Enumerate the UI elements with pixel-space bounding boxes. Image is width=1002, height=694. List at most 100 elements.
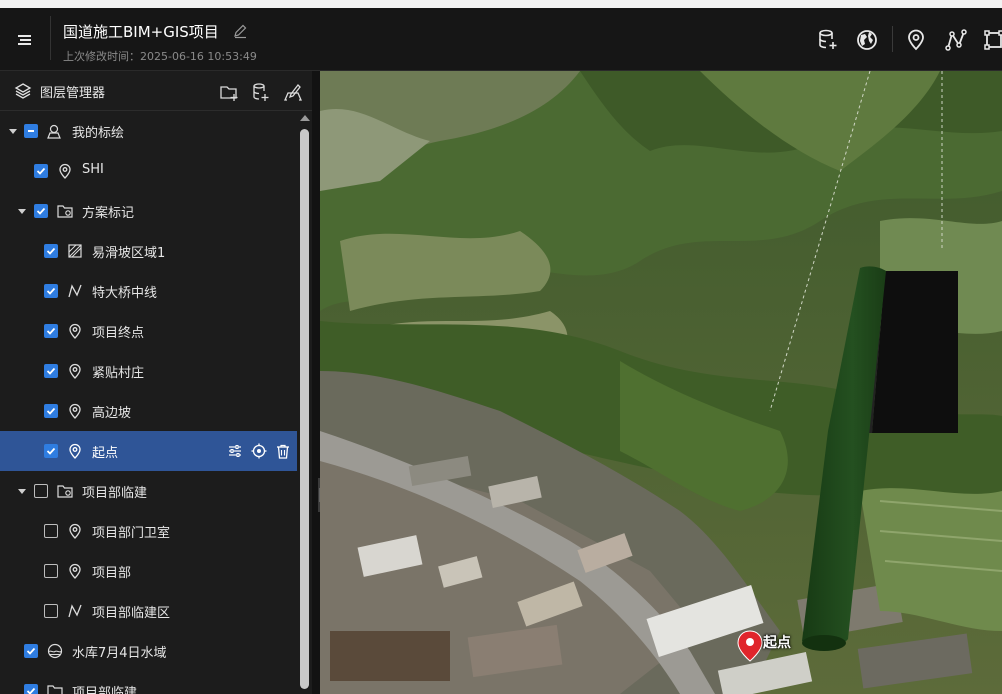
layer-manager-title: 图层管理器 [40,86,106,101]
add-layer-icon[interactable] [251,82,271,102]
panel-splitter[interactable] [312,71,320,694]
layer-checkbox[interactable] [44,604,58,618]
layer-checkbox[interactable] [44,404,58,418]
tree-item-project-temp-buildings[interactable]: 项目部临建 [0,471,297,511]
layer-checkbox[interactable] [34,164,48,178]
location-pin-icon [59,163,71,179]
tree-item-label: 起点 [92,446,119,461]
tree-item-label: SHI [82,162,104,177]
tree-item-label: 特大桥中线 [92,286,158,301]
tree-item-label: 水库7月4日水域 [72,646,167,661]
tree-item-bridge-centerline[interactable]: 特大桥中线 [0,271,297,311]
tree-item-landslide-area[interactable]: 易滑坡区域1 [0,231,297,271]
layer-checkbox[interactable] [24,644,38,658]
polygon-area-icon [68,244,82,258]
tree-item-label: 项目部临建区 [92,606,171,621]
check-mark-icon [26,687,36,694]
tree-item-label: 我的标绘 [72,126,125,141]
check-mark-icon [36,167,46,175]
tree-item-reservoir-water[interactable]: 水库7月4日水域 [0,631,297,671]
tree-item-my-annotations[interactable]: 我的标绘 [0,111,297,151]
layer-checkbox[interactable] [44,364,58,378]
settings-icon[interactable] [227,443,243,459]
tree-item-shi[interactable]: SHI [0,151,297,191]
tree-item-label: 项目部临建 [72,686,138,694]
tree-item-label: 项目终点 [92,326,145,341]
delete-icon[interactable] [275,443,291,459]
tree-scrollbar[interactable] [297,111,312,694]
caret-down-icon[interactable] [17,206,27,216]
map-marker-label[interactable]: 起点 [763,632,791,652]
check-mark-icon [46,407,56,415]
top-bar: 国道施工BIM+GIS项目 上次修改时间：2025-06-16 10:53:49 [0,0,1002,71]
tree-item-near-village[interactable]: 紧贴村庄 [0,351,297,391]
layer-checkbox[interactable] [44,524,58,538]
polyline-icon[interactable] [944,28,968,52]
layer-checkbox[interactable] [44,564,58,578]
locate-icon[interactable] [251,443,267,459]
folder-icon [47,685,63,694]
layer-checkbox[interactable] [24,684,38,694]
user-marker-icon [47,124,61,139]
check-mark-icon [46,367,56,375]
layer-manager-panel: 图层管理器 我的标绘 SHI 方案标记 易滑坡区域1 特大桥中线 项目终点 紧贴… [0,71,312,694]
check-mark-icon [26,647,36,655]
layer-checkbox[interactable] [24,124,38,138]
tree-item-guard-room[interactable]: 项目部门卫室 [0,511,297,551]
check-mark-icon [46,447,56,455]
tree-item-project-end[interactable]: 项目终点 [0,311,297,351]
check-mark-icon [46,247,56,255]
check-mark-icon [46,287,56,295]
tree-item-start-point[interactable]: 起点 [0,431,297,471]
polyline-icon [68,604,82,618]
edit-layers-icon[interactable] [283,82,303,102]
tree-item-project-temp-buildings-2[interactable]: 项目部临建 [0,671,297,694]
tree-item-label: 方案标记 [82,206,135,221]
location-pin-icon [69,443,81,459]
toolbar-divider [892,26,893,52]
toolbar [0,26,1002,52]
folder-icon [57,205,73,218]
layer-checkbox[interactable] [44,284,58,298]
layer-checkbox[interactable] [44,324,58,338]
location-pin-icon[interactable] [904,28,928,52]
location-pin-icon [69,323,81,339]
caret-down-icon[interactable] [17,486,27,496]
location-pin-icon [69,363,81,379]
scroll-up-arrow-icon[interactable] [300,115,310,121]
tree-item-label: 紧贴村庄 [92,366,145,381]
window-top-strip [0,0,1002,8]
layer-checkbox[interactable] [44,244,58,258]
layer-checkbox[interactable] [34,204,48,218]
tree-item-plan-markers[interactable]: 方案标记 [0,191,297,231]
add-folder-icon[interactable] [219,82,239,102]
water-area-icon [47,643,63,659]
tree-item-high-slope[interactable]: 高边坡 [0,391,297,431]
tree-item-label: 项目部门卫室 [92,526,171,541]
polygon-icon[interactable] [982,28,1002,52]
check-mark-icon [36,207,46,215]
scrollbar-thumb[interactable] [300,129,309,689]
indeterminate-mark-icon [28,130,34,132]
location-pin-icon [69,563,81,579]
tree-item-label: 易滑坡区域1 [92,246,166,261]
caret-down-icon[interactable] [8,126,18,136]
polyline-icon [68,284,82,298]
terrain-view [320,71,1002,694]
location-pin-icon [69,523,81,539]
tree-item-project-office[interactable]: 项目部 [0,551,297,591]
layer-tree: 我的标绘 SHI 方案标记 易滑坡区域1 特大桥中线 项目终点 紧贴村庄 高边坡… [0,111,297,694]
folder-icon [57,485,73,498]
map-viewport[interactable]: 起点 [320,71,1002,694]
tree-item-label: 高边坡 [92,406,132,421]
globe-icon[interactable] [855,28,879,52]
layers-icon [14,83,32,99]
layer-manager-header: 图层管理器 [0,71,312,111]
tree-item-temp-area[interactable]: 项目部临建区 [0,591,297,631]
layer-checkbox[interactable] [44,444,58,458]
database-add-icon[interactable] [816,28,840,52]
layer-checkbox[interactable] [34,484,48,498]
tree-item-label: 项目部临建 [82,486,148,501]
tree-item-label: 项目部 [92,566,132,581]
location-pin-icon [69,403,81,419]
